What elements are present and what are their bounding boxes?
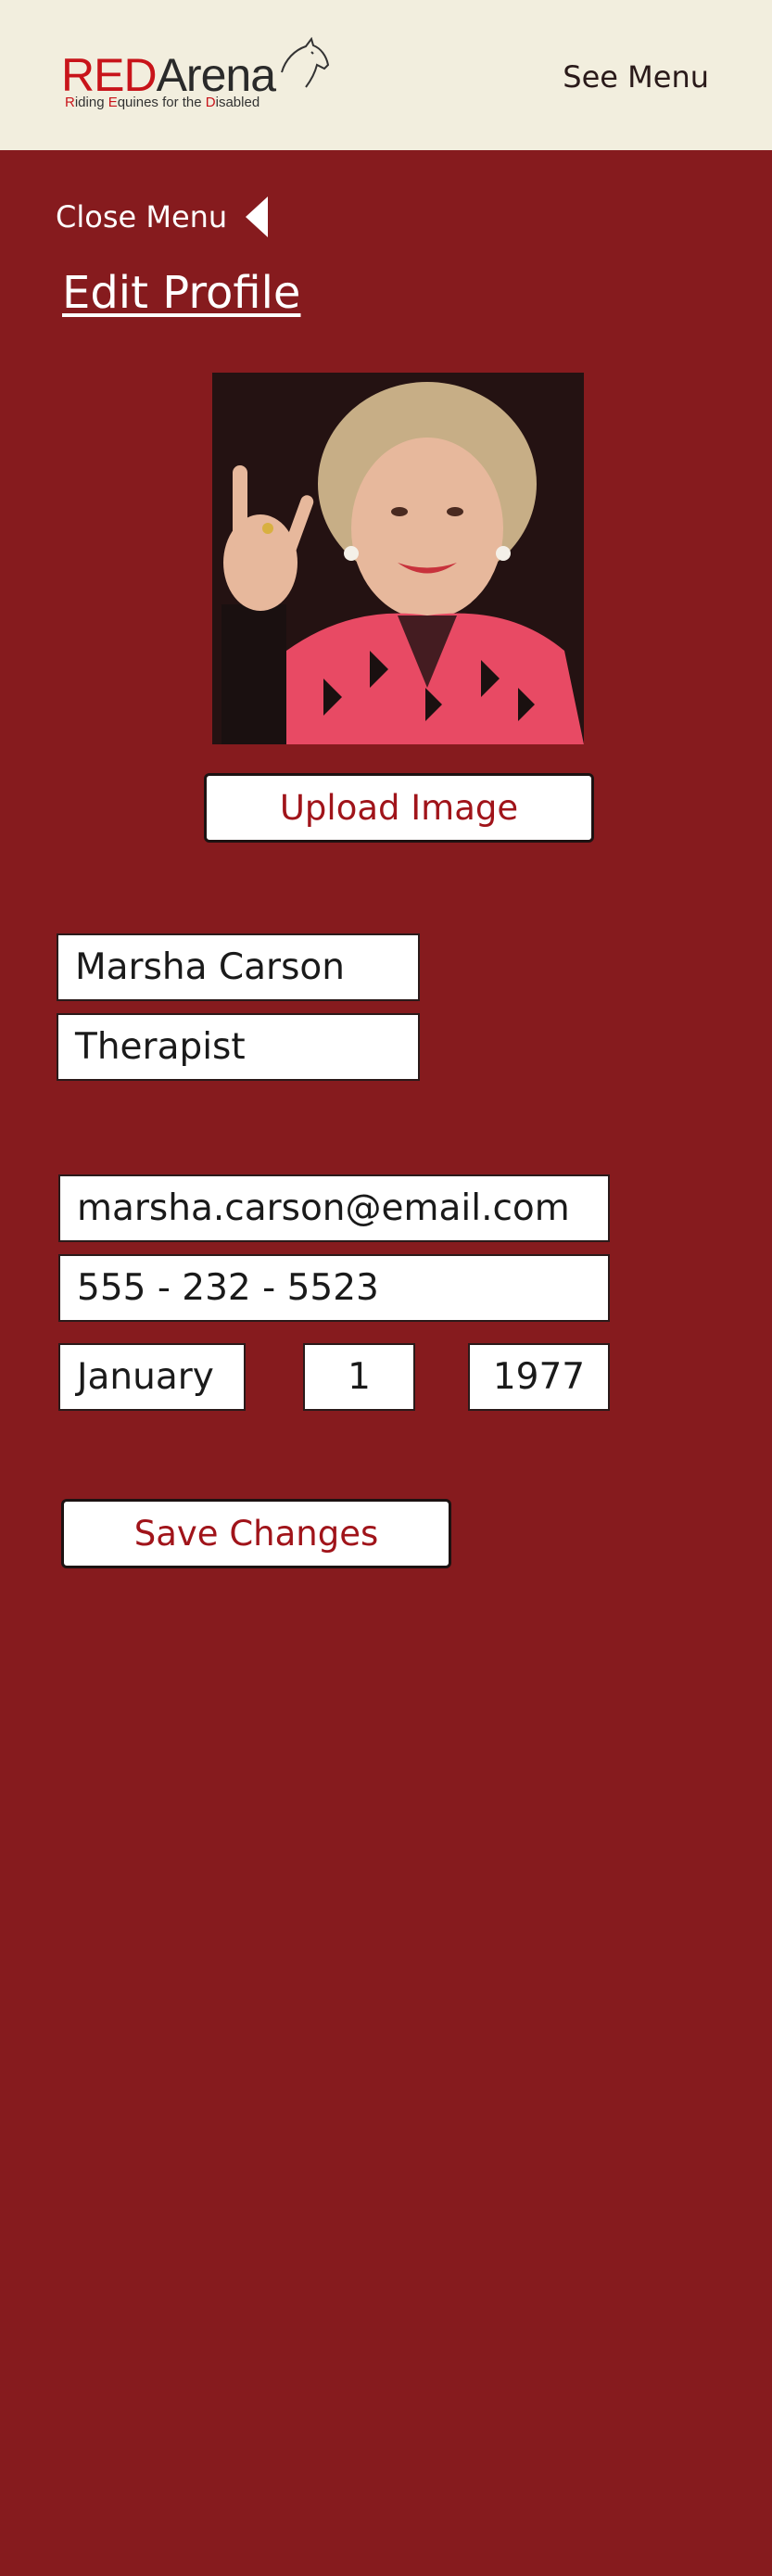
top-header: REDArena Riding Equines for the Disabled… [0,0,772,150]
logo-red-text: RED [61,49,158,101]
save-changes-button[interactable]: Save Changes [61,1499,451,1568]
birth-year-field[interactable]: 1977 [468,1343,610,1411]
birth-day-field[interactable]: 1 [303,1343,415,1411]
name-field[interactable]: Marsha Carson [57,933,420,1001]
caret-left-icon [246,197,269,237]
logo-arena-text: Arena [156,49,276,101]
close-menu-label: Close Menu [56,199,228,235]
horse-head-icon [281,37,330,88]
birth-month-field[interactable]: January [58,1343,246,1411]
role-field[interactable]: Therapist [57,1013,420,1081]
profile-photo-illustration [212,373,584,744]
see-menu-link[interactable]: See Menu [563,59,709,95]
logo-tagline: Riding Equines for the Disabled [65,95,260,110]
phone-field[interactable]: 555 - 232 - 5523 [58,1254,610,1322]
close-menu-button[interactable]: Close Menu [56,195,269,239]
upload-image-button[interactable]: Upload Image [204,773,594,843]
page-title: Edit Profile [62,267,301,319]
profile-photo [212,373,584,744]
redarena-logo[interactable]: REDArena Riding Equines for the Disabled [61,37,330,121]
email-field[interactable]: marsha.carson@email.com [58,1174,610,1242]
logo-wordmark: REDArena [61,49,276,101]
